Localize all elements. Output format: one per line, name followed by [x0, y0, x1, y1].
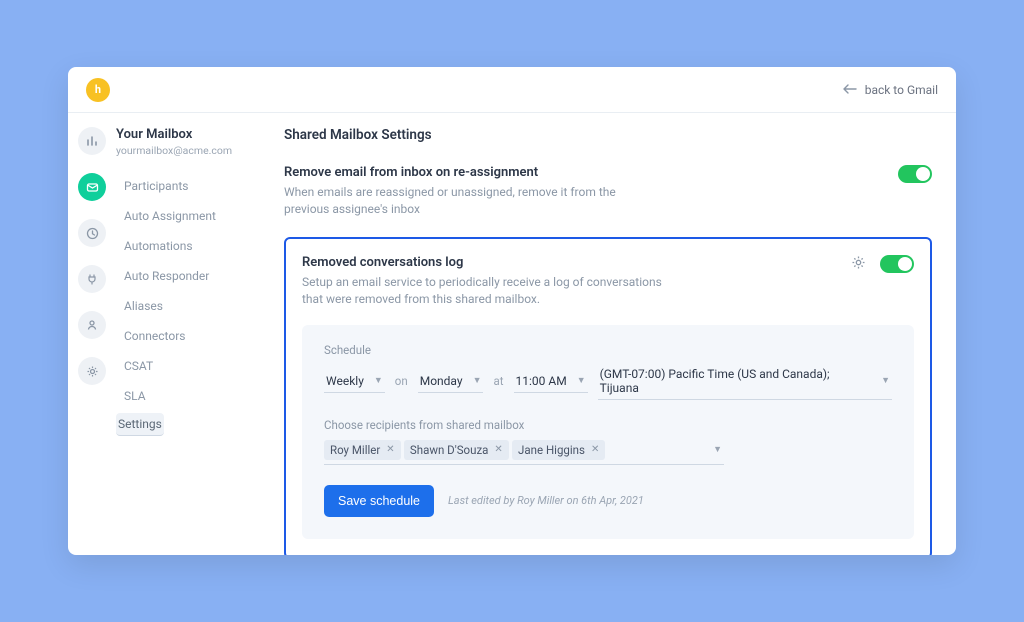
- sidenav-item-aliases[interactable]: Aliases: [116, 293, 266, 319]
- back-label: back to Gmail: [865, 83, 938, 97]
- recipient-chip: Roy Miller ✕: [324, 440, 401, 460]
- chevron-down-icon: ▼: [713, 444, 722, 455]
- inbox-icon: [86, 181, 99, 194]
- arrow-left-icon: [843, 83, 857, 97]
- recipient-chip-label: Shawn D'Souza: [410, 443, 489, 457]
- frequency-value: Weekly: [326, 374, 364, 388]
- page-title: Shared Mailbox Settings: [284, 127, 932, 143]
- sidenav-item-csat[interactable]: CSAT: [116, 353, 266, 379]
- sidenav-item-participants[interactable]: Participants: [116, 173, 266, 199]
- last-edited-text: Last edited by Roy Miller on 6th Apr, 20…: [448, 494, 644, 507]
- time-value: 11:00 AM: [516, 374, 567, 388]
- iconbar: [68, 113, 116, 555]
- sidenav-item-auto-responder[interactable]: Auto Responder: [116, 263, 266, 289]
- remove-email-desc: When emails are reassigned or unassigned…: [284, 184, 644, 219]
- user-icon: [86, 319, 98, 331]
- clock-icon: [86, 227, 99, 240]
- timezone-select[interactable]: (GMT-07:00) Pacific Time (US and Canada)…: [598, 363, 892, 400]
- remove-chip-button[interactable]: ✕: [494, 444, 502, 455]
- time-select[interactable]: 11:00 AM ▼: [514, 370, 588, 393]
- removed-log-toggle[interactable]: [880, 255, 914, 273]
- recipient-chip: Jane Higgins ✕: [512, 440, 605, 460]
- chevron-down-icon: ▼: [881, 375, 890, 386]
- content: Shared Mailbox Settings Remove email fro…: [266, 113, 956, 555]
- iconbar-settings[interactable]: [78, 357, 106, 385]
- iconbar-time[interactable]: [78, 219, 106, 247]
- remove-chip-button[interactable]: ✕: [386, 444, 394, 455]
- plug-icon: [86, 273, 98, 285]
- removed-log-settings-button[interactable]: [851, 255, 866, 274]
- app-logo: h: [86, 78, 110, 102]
- gear-icon: [86, 365, 99, 378]
- chevron-down-icon: ▼: [473, 375, 482, 386]
- schedule-panel: Schedule Weekly ▼ on Monday ▼ at: [302, 325, 914, 539]
- recipient-chip: Shawn D'Souza ✕: [404, 440, 509, 460]
- app-logo-glyph: h: [95, 83, 101, 96]
- remove-email-title: Remove email from inbox on re-assignment: [284, 165, 644, 180]
- iconbar-mailbox[interactable]: [78, 173, 106, 201]
- sidenav-item-automations[interactable]: Automations: [116, 233, 266, 259]
- schedule-label: Schedule: [324, 343, 892, 357]
- mailbox-email: yourmailbox@acme.com: [116, 144, 266, 157]
- app-body: Your Mailbox yourmailbox@acme.com Partic…: [68, 113, 956, 555]
- save-schedule-button[interactable]: Save schedule: [324, 485, 434, 517]
- app-window: h back to Gmail: [68, 67, 956, 555]
- recipients-select[interactable]: Roy Miller ✕ Shawn D'Souza ✕ Jane Higgins ✕…: [324, 438, 724, 465]
- chevron-down-icon: ▼: [577, 375, 586, 386]
- back-to-gmail-link[interactable]: back to Gmail: [843, 83, 938, 97]
- chevron-down-icon: ▼: [374, 375, 383, 386]
- topbar: h back to Gmail: [68, 67, 956, 113]
- sidenav-item-auto-assignment[interactable]: Auto Assignment: [116, 203, 266, 229]
- iconbar-power[interactable]: [78, 265, 106, 293]
- section-remove-email: Remove email from inbox on re-assignment…: [284, 165, 932, 219]
- removed-log-desc: Setup an email service to periodically r…: [302, 274, 662, 309]
- schedule-row: Weekly ▼ on Monday ▼ at 11:00 AM ▼: [324, 363, 892, 400]
- iconbar-analytics[interactable]: [78, 127, 106, 155]
- remove-email-toggle[interactable]: [898, 165, 932, 183]
- day-value: Monday: [420, 374, 463, 388]
- timezone-value: (GMT-07:00) Pacific Time (US and Canada)…: [600, 367, 871, 395]
- removed-log-title: Removed conversations log: [302, 255, 662, 270]
- remove-chip-button[interactable]: ✕: [591, 444, 599, 455]
- on-label: on: [395, 374, 408, 388]
- at-label: at: [493, 374, 503, 388]
- sidenav-item-settings[interactable]: Settings: [116, 413, 164, 436]
- mailbox-title: Your Mailbox: [116, 127, 266, 142]
- sidenav-item-sla[interactable]: SLA: [116, 383, 266, 409]
- iconbar-user[interactable]: [78, 311, 106, 339]
- recipient-chip-label: Jane Higgins: [518, 443, 585, 457]
- bars-icon: [86, 135, 98, 147]
- recipient-chip-label: Roy Miller: [330, 443, 380, 457]
- recipients-label: Choose recipients from shared mailbox: [324, 418, 892, 432]
- frequency-select[interactable]: Weekly ▼: [324, 370, 385, 393]
- gear-icon: [851, 255, 866, 270]
- sidenav: Your Mailbox yourmailbox@acme.com Partic…: [116, 113, 266, 555]
- day-select[interactable]: Monday ▼: [418, 370, 484, 393]
- section-removed-log: Removed conversations log Setup an email…: [284, 237, 932, 555]
- sidenav-item-connectors[interactable]: Connectors: [116, 323, 266, 349]
